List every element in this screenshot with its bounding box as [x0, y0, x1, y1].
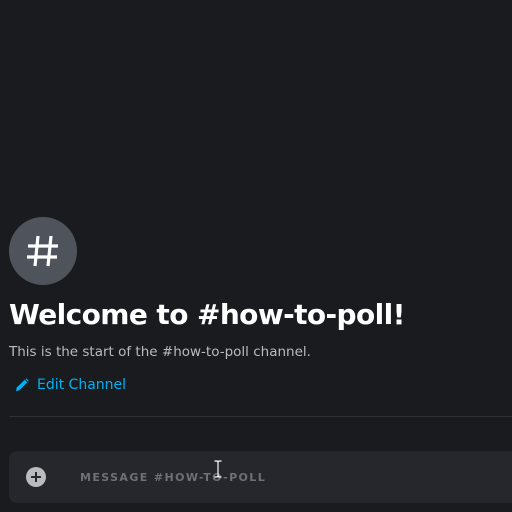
divider	[9, 416, 512, 417]
text-cursor-icon	[214, 460, 222, 478]
welcome-title: Welcome to #how-to-poll!	[9, 298, 405, 331]
edit-channel-button[interactable]: Edit Channel	[15, 374, 126, 396]
message-composer	[9, 451, 512, 503]
attach-button[interactable]	[26, 467, 46, 487]
plus-icon	[31, 472, 41, 482]
channel-avatar	[9, 217, 77, 285]
welcome-subtitle: This is the start of the #how-to-poll ch…	[9, 344, 311, 360]
chat-view: Welcome to #how-to-poll! This is the sta…	[0, 0, 512, 512]
edit-channel-label: Edit Channel	[37, 377, 127, 393]
hashtag-icon	[27, 235, 58, 267]
message-input[interactable]	[71, 465, 491, 489]
pencil-icon	[16, 378, 29, 391]
